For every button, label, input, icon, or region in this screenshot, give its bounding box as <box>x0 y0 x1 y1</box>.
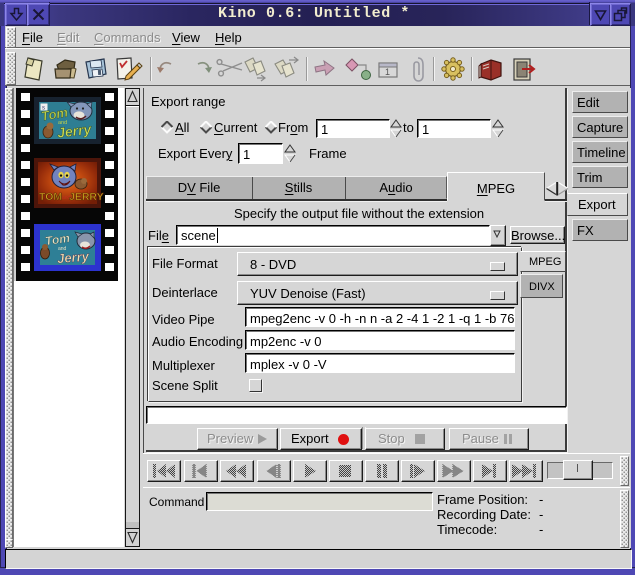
svg-text:Jerry: Jerry <box>56 248 90 266</box>
svg-text:JERRY: JERRY <box>69 191 104 203</box>
svg-text:1: 1 <box>385 67 390 77</box>
svg-text:TOM: TOM <box>39 191 62 203</box>
